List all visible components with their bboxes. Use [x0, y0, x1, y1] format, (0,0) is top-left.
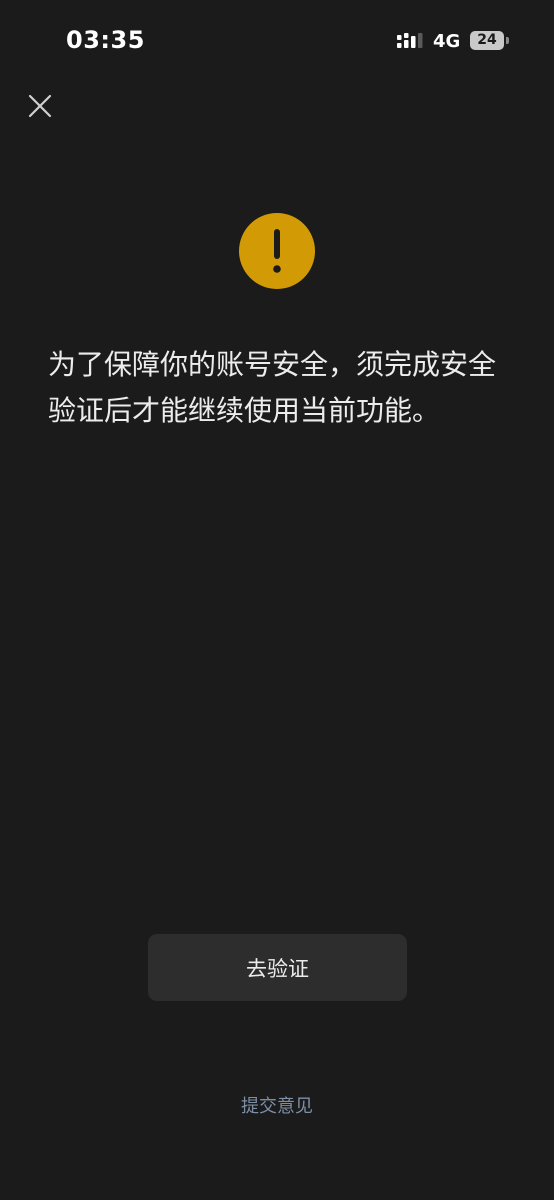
verify-button[interactable]: 去验证: [148, 934, 407, 1001]
security-message: 为了保障你的账号安全，须完成安全验证后才能继续使用当前功能。: [48, 348, 497, 427]
status-time: 03:35: [66, 26, 145, 54]
close-icon: [28, 94, 52, 118]
warning-badge: [239, 213, 315, 289]
feedback-link[interactable]: 提交意见: [0, 1092, 554, 1118]
signal-icon: [397, 33, 423, 48]
battery-indicator: 24: [470, 31, 504, 50]
battery-nub: [506, 37, 509, 44]
exclamation-icon: [273, 229, 281, 273]
close-button[interactable]: [22, 88, 58, 124]
status-bar: 03:35 4G 24: [0, 0, 554, 84]
network-type: 4G: [433, 31, 461, 52]
